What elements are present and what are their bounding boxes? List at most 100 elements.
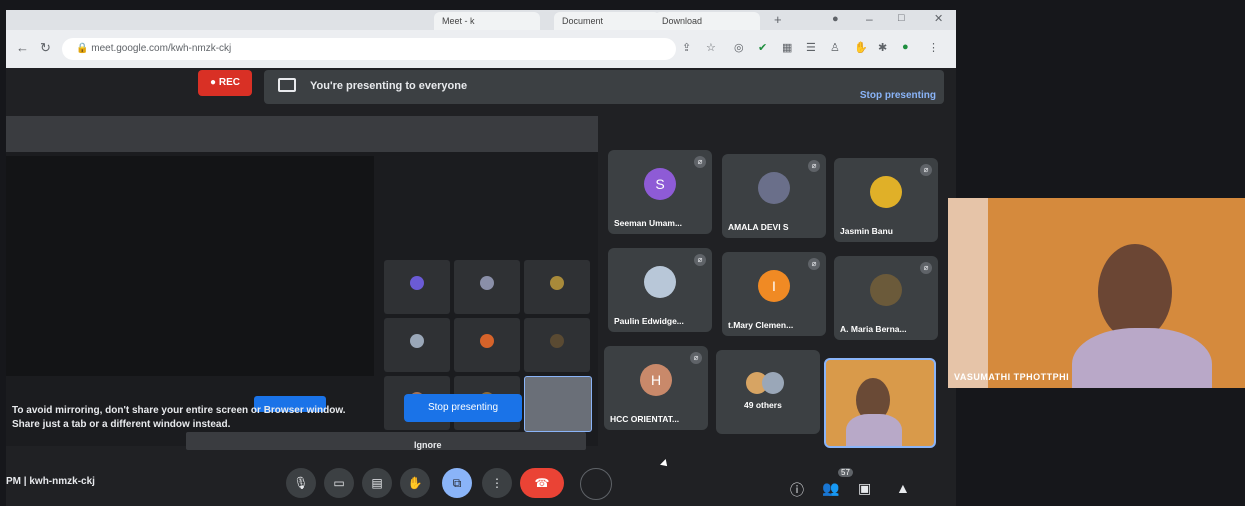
participant-tile[interactable]: ⌀ H HCC ORIENTAT...: [604, 346, 708, 430]
others-tile[interactable]: 49 others: [716, 350, 820, 434]
avatar: I: [758, 270, 790, 302]
monitor: Meet - k Document Download + ● – □ ✕ ← ↻…: [0, 0, 1245, 506]
background-wall: [948, 198, 988, 388]
tab-meet[interactable]: Meet - k: [434, 12, 540, 30]
meet-toolbar: PM | kwh-nmzk-ckj 🎙 ▭ ▤ ✋ ⧉ ⋮ ☎ ⓘ 👥 57 ▣…: [6, 466, 956, 506]
participant-name: t.Mary Clemen...: [728, 320, 794, 330]
address-bar[interactable]: 🔒 meet.google.com/kwh-nmzk-ckj: [62, 38, 676, 60]
share-icon[interactable]: ⇪: [682, 41, 691, 54]
reload-icon[interactable]: ↻: [40, 40, 51, 56]
captions-icon: ▤: [371, 476, 383, 490]
leave-call-button[interactable]: ☎: [520, 468, 564, 498]
recording-badge: ● REC: [198, 70, 252, 96]
stop-presenting-link[interactable]: Stop presenting: [860, 90, 936, 101]
mirrored-tile: [454, 260, 520, 314]
tab-document[interactable]: Document: [554, 12, 660, 30]
profile-icon[interactable]: ●: [832, 13, 839, 25]
participant-name: Jasmin Banu: [840, 226, 893, 236]
puzzle-icon[interactable]: ✱: [878, 41, 887, 54]
person-face: [1098, 244, 1172, 340]
presenting-banner: You're presenting to everyone Stop prese…: [264, 70, 944, 104]
more-icon: ⋮: [491, 476, 503, 490]
participant-tile[interactable]: ⌀ Jasmin Banu: [834, 158, 938, 242]
mic-off-icon: ⌀: [694, 156, 706, 168]
mic-off-icon: ⌀: [920, 164, 932, 176]
mirrored-tile: [524, 376, 592, 432]
end-call-icon: ☎: [534, 476, 550, 490]
mirrored-tile: [454, 318, 520, 372]
user-icon[interactable]: ♙: [830, 41, 840, 54]
self-view-tile[interactable]: [824, 358, 936, 448]
present-button[interactable]: ⧉: [442, 468, 472, 498]
more-options-button[interactable]: ⋮: [482, 468, 512, 498]
others-count: 49 others: [744, 400, 782, 410]
maximize-icon[interactable]: □: [898, 12, 905, 24]
browser-chrome: Meet - k Document Download + ● – □ ✕ ← ↻…: [6, 10, 956, 68]
captions-button[interactable]: ▤: [362, 468, 392, 498]
ignore-button[interactable]: Ignore: [414, 440, 442, 450]
participant-tile[interactable]: ⌀ S Seeman Umam...: [608, 150, 712, 234]
person-body: [1072, 328, 1212, 388]
minimize-icon[interactable]: –: [866, 12, 873, 26]
tab-download[interactable]: Download: [654, 12, 760, 30]
avatar: [758, 172, 790, 204]
hand-icon[interactable]: ✋: [854, 41, 868, 54]
lock-icon: 🔒: [76, 43, 92, 54]
second-screen-video: VASUMATHI TPHOTTPHI: [948, 198, 1245, 388]
stop-presenting-button[interactable]: Stop presenting: [404, 394, 522, 422]
avatar: [870, 176, 902, 208]
self-body: [846, 414, 902, 446]
mirrored-tile: [524, 318, 590, 372]
mirroring-warning: To avoid mirroring, don't share your ent…: [12, 405, 346, 430]
avatar: [870, 274, 902, 306]
participant-name: VASUMATHI TPHOTTPHI: [954, 372, 1070, 382]
mic-off-icon: ⌀: [808, 160, 820, 172]
mic-off-icon: ⌀: [920, 262, 932, 274]
avatar: S: [644, 168, 676, 200]
mirrored-taskbar: [186, 432, 586, 450]
participant-tile[interactable]: ⌀ I t.Mary Clemen...: [722, 252, 826, 336]
browser-window: Meet - k Document Download + ● – □ ✕ ← ↻…: [6, 10, 956, 506]
back-icon[interactable]: ←: [16, 40, 29, 55]
participant-name: Seeman Umam...: [614, 218, 683, 228]
mic-off-icon: ⌀: [694, 254, 706, 266]
present-icon: ⧉: [452, 476, 462, 490]
participant-tile[interactable]: ⌀ AMALA DEVI S: [722, 154, 826, 238]
menu-icon[interactable]: ⋮: [928, 41, 939, 54]
mirrored-chrome-bar: [6, 116, 598, 152]
raise-hand-button[interactable]: ✋: [400, 468, 430, 498]
mirrored-tile: [384, 318, 450, 372]
extra-button[interactable]: [580, 468, 612, 500]
avatar: [644, 266, 676, 298]
chat-icon[interactable]: ▣: [858, 480, 871, 497]
participant-name: AMALA DEVI S: [728, 222, 789, 232]
check-icon[interactable]: ✔: [758, 41, 767, 54]
circle-icon[interactable]: ◎: [734, 41, 744, 54]
presenting-text: You're presenting to everyone: [310, 80, 468, 92]
meet-page: ● REC You're presenting to everyone Stop…: [6, 68, 956, 506]
star-icon[interactable]: ☆: [706, 41, 716, 54]
participant-name: Paulin Edwidge...: [614, 316, 684, 326]
mirrored-tile: [384, 260, 450, 314]
participant-tile[interactable]: ⌀ Paulin Edwidge...: [608, 248, 712, 332]
tab-strip: Meet - k Document Download + ● – □ ✕: [6, 10, 956, 30]
participant-name: A. Maria Berna...: [840, 324, 907, 334]
people-icon[interactable]: 👥: [822, 480, 839, 497]
mic-off-icon: ⌀: [808, 258, 820, 270]
camera-button[interactable]: ▭: [324, 468, 354, 498]
activities-icon[interactable]: ▲: [896, 480, 910, 496]
url-text: meet.google.com/kwh-nmzk-ckj: [91, 43, 232, 54]
info-icon[interactable]: ⓘ: [790, 480, 804, 500]
avatar-icon[interactable]: ●: [902, 41, 909, 53]
new-tab-icon[interactable]: +: [774, 12, 782, 27]
raise-hand-icon: ✋: [407, 476, 423, 490]
camera-icon: ▭: [333, 476, 345, 490]
mic-off-icon: ⌀: [690, 352, 702, 364]
participant-tile[interactable]: ⌀ A. Maria Berna...: [834, 256, 938, 340]
mirrored-tile: [524, 260, 590, 314]
mic-button[interactable]: 🎙: [286, 468, 316, 498]
grid-icon[interactable]: ▦: [782, 41, 792, 54]
avatar: [762, 372, 784, 394]
close-icon[interactable]: ✕: [934, 12, 943, 25]
list-icon[interactable]: ☰: [806, 41, 816, 54]
